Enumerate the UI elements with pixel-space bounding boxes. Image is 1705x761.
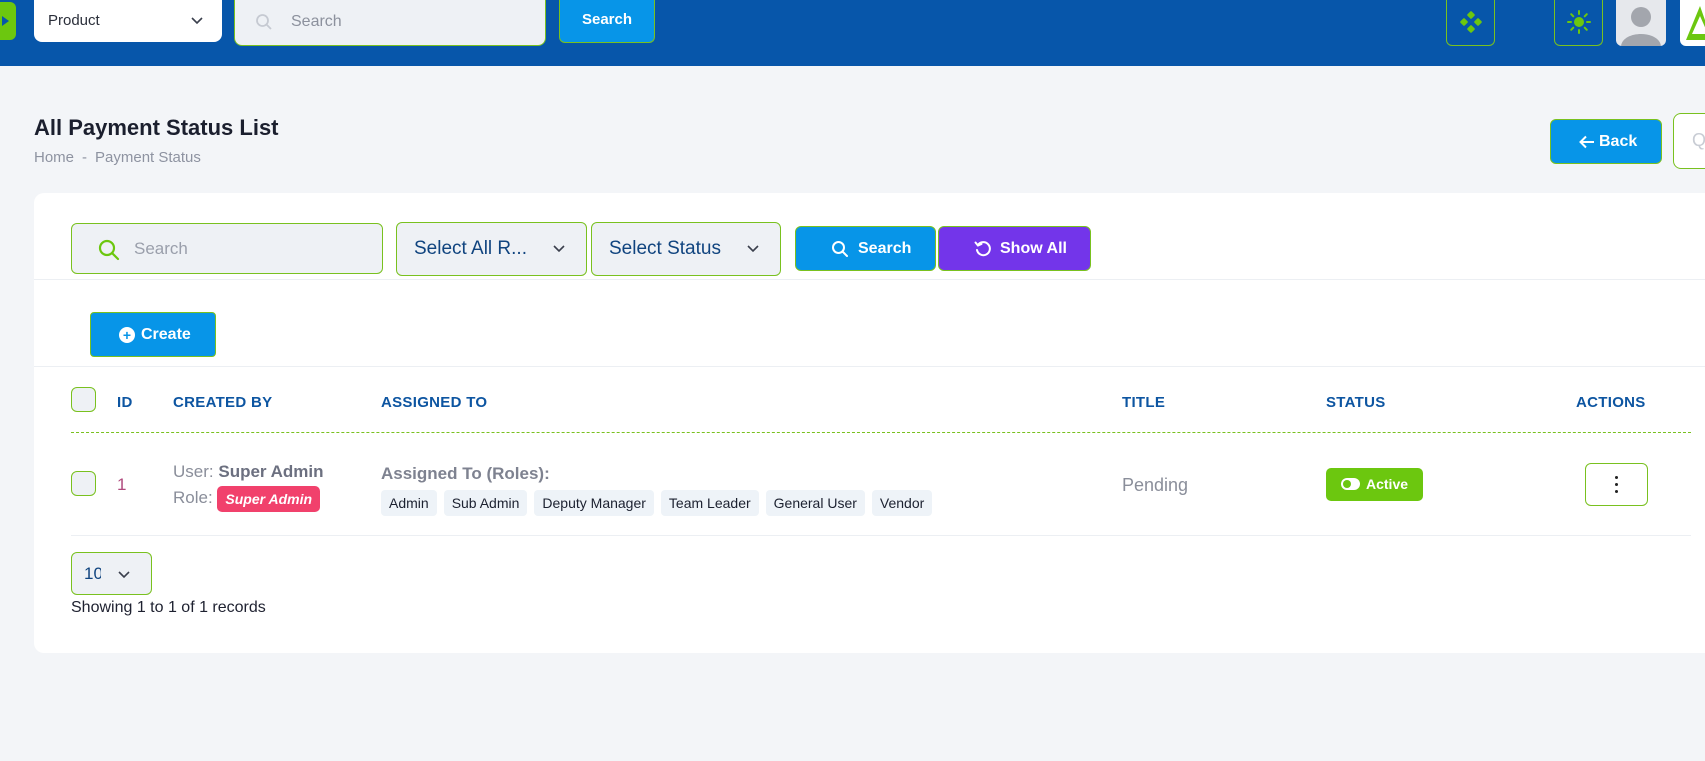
global-search-box [234,0,546,46]
more-vertical-icon [1615,476,1618,493]
divider [34,366,1705,367]
sun-icon [1567,10,1591,34]
filter-search-box [71,223,383,274]
row-actions-button[interactable] [1585,463,1648,506]
breadcrumb-home[interactable]: Home [34,149,74,166]
search-icon [832,241,848,257]
role-label: Role: [173,488,213,507]
avatar [1621,7,1661,46]
status-select[interactable]: Select Status [591,222,781,276]
created-by-cell: User: Super Admin Role: Super Admin [173,459,324,512]
column-header-id[interactable]: ID [117,394,133,411]
breadcrumb: Home - Payment Status [34,149,201,166]
page-title: All Payment Status List [34,115,279,140]
assigned-to-title: Assigned To (Roles): [381,464,550,483]
row-id: 1 [117,475,127,494]
toggle-icon [1341,478,1360,490]
role-chip: Admin [381,490,437,516]
role-chip: Sub Admin [443,490,528,516]
per-page-select[interactable]: 100 [71,552,152,595]
breadcrumb-separator: - [82,149,88,166]
role-select-value: Select All R... [414,238,527,259]
theme-toggle-button[interactable] [1554,0,1603,46]
payment-status-card: Select All R... Select Status Search Sho… [34,193,1705,653]
user-avatar[interactable] [1616,0,1666,46]
assigned-roles-list: Admin Sub Admin Deputy Manager Team Lead… [381,490,933,516]
status-select-value: Select Status [609,238,721,259]
chevron-down-icon [118,571,130,579]
select-all-checkbox[interactable] [71,387,96,412]
role-badge: Super Admin [217,485,321,512]
product-select-label: Product [48,12,100,29]
back-button-label: Back [1599,133,1638,150]
create-button[interactable]: + Create [90,312,216,357]
chevron-down-icon [747,245,759,253]
header-action-label: Q [1692,130,1705,150]
apps-button[interactable] [1446,0,1495,46]
divider [71,535,1691,536]
filter-search-button-label: Search [858,240,912,257]
column-header-title[interactable]: TITLE [1122,394,1165,411]
breadcrumb-current: Payment Status [95,149,201,166]
per-page-value: 100 [84,564,101,583]
filter-search-button[interactable]: Search [795,226,936,271]
global-search-button[interactable]: Search [559,0,655,43]
show-all-button-label: Show All [1000,240,1067,257]
user-label: User: [173,462,214,481]
search-icon [98,239,120,261]
column-header-created-by[interactable]: CREATED BY [173,394,272,411]
role-chip: Deputy Manager [534,490,654,516]
column-header-assigned-to[interactable]: ASSIGNED TO [381,394,487,411]
chevron-down-icon [553,245,565,253]
brand-logo[interactable] [1680,0,1705,46]
status-badge[interactable]: Active [1326,468,1423,501]
apps-icon [1460,11,1482,33]
role-chip: Team Leader [660,490,759,516]
search-icon [256,14,272,30]
filter-search-input[interactable] [134,238,364,260]
logo [1686,6,1705,40]
column-header-status[interactable]: STATUS [1326,394,1386,411]
role-chip: General User [765,490,865,516]
column-header-actions: ACTIONS [1576,394,1646,411]
table-header-divider [71,432,1691,433]
create-button-label: Create [141,326,191,343]
row-checkbox[interactable] [71,471,96,496]
arrow-left-icon [1579,135,1594,149]
plus-circle-icon: + [119,327,135,343]
top-navbar: Product Search [0,0,1705,66]
row-title: Pending [1122,475,1189,495]
global-search-input[interactable] [291,10,531,34]
user-name: Super Admin [218,462,324,481]
back-button[interactable]: Back [1550,119,1662,164]
refresh-icon [974,241,991,257]
sidebar-toggle-icon[interactable] [0,2,16,40]
product-select[interactable]: Product [34,0,222,42]
records-summary: Showing 1 to 1 of 1 records [71,599,266,616]
status-badge-label: Active [1366,476,1409,492]
show-all-button[interactable]: Show All [938,226,1091,271]
header-action-button[interactable]: Q [1673,113,1705,169]
divider [34,279,1705,280]
role-chip: Vendor [871,490,933,516]
role-select[interactable]: Select All R... [396,222,587,276]
chevron-down-icon [191,17,203,25]
